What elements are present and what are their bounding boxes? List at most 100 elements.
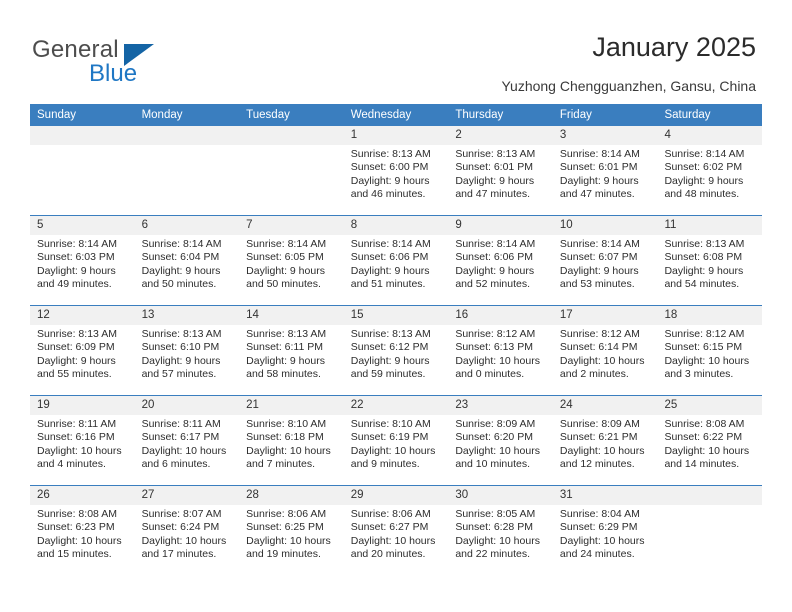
day-detail-line: Daylight: 9 hours — [37, 264, 116, 277]
day-cell[interactable]: Sunrise: 8:11 AM Sunset: 6:16 PM Daylight:… — [30, 415, 135, 485]
day-cell[interactable]: Sunrise: 8:13 AM Sunset: 6:00 PM Daylight:… — [344, 145, 449, 215]
day-cell[interactable]: Sunrise: 8:10 AM Sunset: 6:19 PM Daylight:… — [344, 415, 449, 485]
day-cell[interactable]: Sunrise: 8:08 AM Sunset: 6:22 PM Daylight:… — [657, 415, 762, 485]
day-number[interactable]: 6 — [135, 216, 240, 235]
weekday-header-wednesday: Wednesday — [350, 109, 412, 121]
day-number[interactable]: 8 — [344, 216, 449, 235]
day-number[interactable]: 23 — [448, 396, 553, 415]
day-cell[interactable]: Sunrise: 8:08 AM Sunset: 6:23 PM Daylight:… — [30, 505, 135, 575]
day-cell[interactable]: Sunrise: 8:13 AM Sunset: 6:08 PM Daylight:… — [657, 235, 762, 305]
day-number[interactable]: 10 — [553, 216, 658, 235]
day-cell[interactable]: Sunrise: 8:14 AM Sunset: 6:05 PM Daylight:… — [239, 235, 344, 305]
day-number[interactable]: 15 — [344, 306, 449, 325]
day-detail-line: Sunset: 6:18 PM — [246, 431, 324, 444]
day-detail-line: Sunrise: 8:13 AM — [37, 328, 117, 340]
day-detail-line: and 0 minutes. — [455, 368, 525, 381]
week-day-detail-band: Sunrise: 8:11 AM Sunset: 6:16 PM Daylight:… — [30, 415, 762, 485]
day-detail-line: Sunset: 6:20 PM — [455, 431, 533, 444]
day-number[interactable]: 7 — [239, 216, 344, 235]
day-detail-line: Daylight: 9 hours — [455, 174, 535, 187]
day-number[interactable]: 28 — [239, 486, 344, 505]
day-detail-line: Sunset: 6:25 PM — [246, 521, 324, 534]
day-detail-line: Sunset: 6:01 PM — [559, 161, 638, 174]
day-detail-line: Sunset: 6:29 PM — [559, 521, 638, 534]
day-cell[interactable]: Sunrise: 8:10 AM Sunset: 6:18 PM Daylight:… — [239, 415, 344, 485]
day-cell[interactable]: Sunrise: 8:12 AM Sunset: 6:13 PM Daylight:… — [448, 325, 553, 395]
day-cell[interactable]: Sunrise: 8:14 AM Sunset: 6:03 PM Daylight:… — [30, 235, 135, 305]
day-detail-line: Sunrise: 8:06 AM — [246, 508, 327, 520]
day-cell[interactable]: Sunrise: 8:09 AM Sunset: 6:20 PM Daylight:… — [448, 415, 553, 485]
day-detail-line: and 10 minutes. — [455, 458, 531, 471]
day-cell[interactable]: Sunrise: 8:14 AM Sunset: 6:02 PM Daylight:… — [657, 145, 762, 215]
day-cell[interactable]: Sunrise: 8:14 AM Sunset: 6:04 PM Daylight:… — [135, 235, 240, 305]
day-detail-line: Sunrise: 8:04 AM — [559, 508, 640, 520]
day-cell[interactable]: Sunrise: 8:13 AM Sunset: 6:09 PM Daylight:… — [30, 325, 135, 395]
day-cell[interactable]: Sunrise: 8:14 AM Sunset: 6:01 PM Daylight:… — [553, 145, 658, 215]
day-cell-empty — [239, 145, 344, 215]
day-detail-line: Daylight: 10 hours — [559, 534, 645, 547]
day-detail-line: and 57 minutes. — [141, 368, 217, 381]
day-number[interactable]: 24 — [553, 396, 658, 415]
day-cell[interactable]: Sunrise: 8:14 AM Sunset: 6:06 PM Daylight:… — [344, 235, 449, 305]
day-detail-line: Sunset: 6:27 PM — [350, 521, 429, 534]
day-cell[interactable]: Sunrise: 8:12 AM Sunset: 6:14 PM Daylight:… — [553, 325, 658, 395]
day-detail-line: Sunrise: 8:12 AM — [559, 328, 640, 340]
day-cell[interactable]: Sunrise: 8:14 AM Sunset: 6:07 PM Daylight:… — [553, 235, 658, 305]
day-detail-line: Sunrise: 8:07 AM — [141, 508, 222, 520]
day-number[interactable]: 18 — [657, 306, 762, 325]
day-cell[interactable]: Sunrise: 8:11 AM Sunset: 6:17 PM Daylight:… — [135, 415, 240, 485]
day-cell[interactable]: Sunrise: 8:13 AM Sunset: 6:11 PM Daylight:… — [239, 325, 344, 395]
day-number[interactable]: 30 — [448, 486, 553, 505]
day-number[interactable]: 4 — [657, 126, 762, 145]
day-detail-line: Sunrise: 8:08 AM — [664, 418, 745, 430]
day-number[interactable]: 16 — [448, 306, 553, 325]
day-number[interactable]: 25 — [657, 396, 762, 415]
day-detail-line: and 4 minutes. — [37, 458, 106, 471]
day-number[interactable]: 26 — [30, 486, 135, 505]
day-detail-line: Sunset: 6:06 PM — [350, 251, 429, 264]
general-blue-logo[interactable]: General Blue — [32, 36, 272, 92]
day-number[interactable]: 5 — [30, 216, 135, 235]
day-number[interactable]: 13 — [135, 306, 240, 325]
day-cell[interactable]: Sunrise: 8:14 AM Sunset: 6:06 PM Daylight:… — [448, 235, 553, 305]
day-number[interactable]: 14 — [239, 306, 344, 325]
day-number[interactable]: 17 — [553, 306, 658, 325]
day-cell[interactable]: Sunrise: 8:12 AM Sunset: 6:15 PM Daylight:… — [657, 325, 762, 395]
day-number[interactable]: 27 — [135, 486, 240, 505]
day-detail-line: and 2 minutes. — [559, 368, 629, 381]
day-detail-line: and 58 minutes. — [246, 368, 321, 381]
day-detail-line: Sunrise: 8:14 AM — [37, 238, 117, 250]
day-cell[interactable]: Sunrise: 8:13 AM Sunset: 6:01 PM Daylight:… — [448, 145, 553, 215]
day-number[interactable]: 21 — [239, 396, 344, 415]
day-number[interactable]: 22 — [344, 396, 449, 415]
day-cell[interactable]: Sunrise: 8:04 AM Sunset: 6:29 PM Daylight:… — [553, 505, 658, 575]
day-number[interactable]: 12 — [30, 306, 135, 325]
day-detail-line: Sunrise: 8:12 AM — [664, 328, 745, 340]
day-number[interactable]: 2 — [448, 126, 553, 145]
day-number[interactable]: 3 — [553, 126, 658, 145]
day-cell[interactable]: Sunrise: 8:09 AM Sunset: 6:21 PM Daylight:… — [553, 415, 658, 485]
day-cell[interactable]: Sunrise: 8:13 AM Sunset: 6:10 PM Daylight:… — [135, 325, 240, 395]
day-detail-line: Sunset: 6:28 PM — [455, 521, 533, 534]
day-detail-line: Daylight: 10 hours — [246, 534, 331, 547]
day-detail-line: and 3 minutes. — [664, 368, 734, 381]
day-cell[interactable]: Sunrise: 8:06 AM Sunset: 6:27 PM Daylight:… — [344, 505, 449, 575]
day-detail-line: Daylight: 9 hours — [141, 264, 221, 277]
day-detail-line: Sunrise: 8:08 AM — [37, 508, 117, 520]
day-cell[interactable]: Sunrise: 8:06 AM Sunset: 6:25 PM Daylight:… — [239, 505, 344, 575]
day-cell[interactable]: Sunrise: 8:05 AM Sunset: 6:28 PM Daylight:… — [448, 505, 553, 575]
day-number[interactable]: 11 — [657, 216, 762, 235]
day-cell[interactable]: Sunrise: 8:07 AM Sunset: 6:24 PM Daylight:… — [135, 505, 240, 575]
day-detail-line: Sunrise: 8:09 AM — [455, 418, 536, 430]
day-number[interactable]: 9 — [448, 216, 553, 235]
day-cell[interactable]: Sunrise: 8:13 AM Sunset: 6:12 PM Daylight:… — [344, 325, 449, 395]
day-detail-line: Sunset: 6:04 PM — [141, 251, 220, 264]
day-number[interactable]: 20 — [135, 396, 240, 415]
day-number[interactable]: 1 — [344, 126, 449, 145]
day-detail-line: Daylight: 10 hours — [559, 354, 645, 367]
day-detail-line: and 9 minutes. — [350, 458, 420, 471]
day-detail-line: and 52 minutes. — [455, 278, 531, 291]
day-number[interactable]: 31 — [553, 486, 658, 505]
day-number[interactable]: 29 — [344, 486, 449, 505]
day-number[interactable]: 19 — [30, 396, 135, 415]
